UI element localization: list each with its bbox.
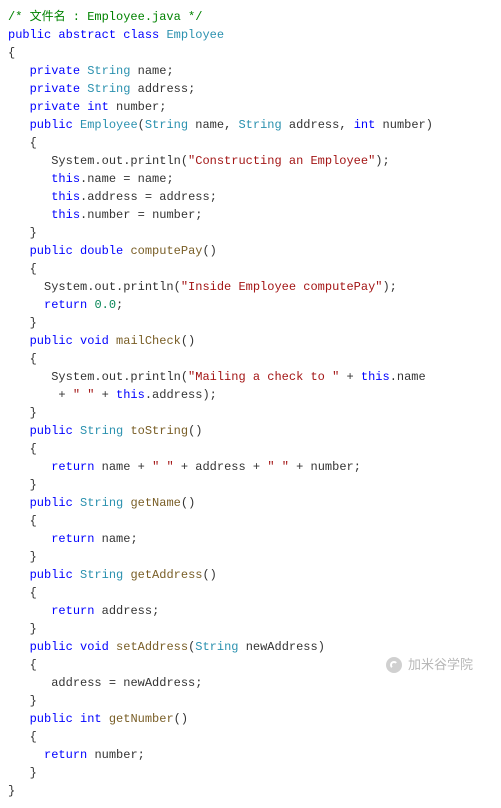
method-setAddress: setAddress [116,640,188,654]
class-name: Employee [166,28,224,42]
method-mailCheck: mailCheck [116,334,181,348]
code-block: /* 文件名 : Employee.java */ public abstrac… [8,8,493,800]
method-computePay: computePay [130,244,202,258]
method-getNumber: getNumber [109,712,174,726]
file-comment: /* 文件名 : Employee.java */ [8,10,202,24]
method-getAddress: getAddress [130,568,202,582]
constructor: Employee [80,118,138,132]
method-getName: getName [130,496,180,510]
method-toString: toString [130,424,188,438]
